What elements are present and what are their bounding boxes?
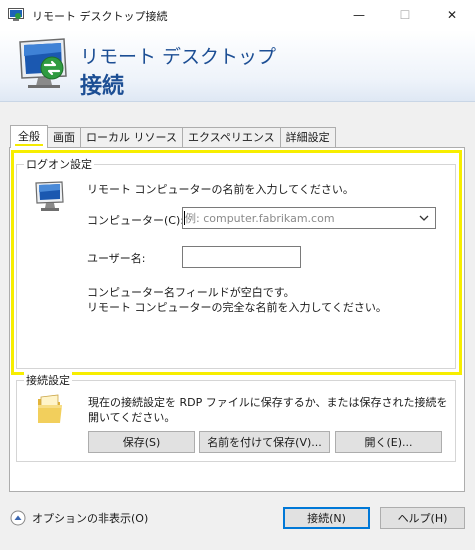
- tab-experience[interactable]: エクスペリエンス: [181, 127, 281, 148]
- minimize-button[interactable]: —: [336, 0, 382, 30]
- maximize-button[interactable]: ☐: [382, 0, 428, 30]
- title-bar: リモート デスクトップ接続 — ☐ ✕: [0, 0, 475, 30]
- window-title: リモート デスクトップ接続: [32, 10, 168, 23]
- banner-title-line2: 接続: [80, 74, 125, 99]
- open-button[interactable]: 開く(E)...: [335, 431, 442, 453]
- help-button[interactable]: ヘルプ(H): [380, 507, 465, 529]
- close-button[interactable]: ✕: [429, 0, 475, 30]
- tab-local-resources[interactable]: ローカル リソース: [80, 127, 183, 148]
- save-as-button[interactable]: 名前を付けて保存(V)...: [199, 431, 330, 453]
- tab-strip: 全般 画面 ローカル リソース エクスペリエンス 詳細設定: [10, 125, 336, 148]
- options-toggle[interactable]: オプションの非表示(O): [10, 510, 148, 526]
- save-button[interactable]: 保存(S): [88, 431, 195, 453]
- options-toggle-label[interactable]: オプションの非表示(O): [32, 510, 148, 526]
- connect-button[interactable]: 接続(N): [283, 507, 370, 529]
- chevron-up-circle-icon[interactable]: [10, 510, 26, 526]
- banner-title-line1: リモート デスクトップ: [80, 46, 277, 68]
- connection-description-line1: 現在の接続設定を RDP ファイルに保存するか、または保存された接続を: [88, 396, 448, 409]
- header-banner: リモート デスクトップ 接続: [0, 30, 475, 102]
- tab-advanced[interactable]: 詳細設定: [279, 127, 336, 148]
- remote-desktop-app-icon: [8, 8, 24, 21]
- connection-description-line2: 開いてください。: [88, 411, 176, 424]
- folder-icon: [38, 394, 62, 423]
- highlight-box: [11, 150, 462, 375]
- tab-general[interactable]: 全般: [10, 125, 48, 148]
- tab-display[interactable]: 画面: [47, 127, 81, 148]
- remote-desktop-logo-icon: [19, 38, 67, 88]
- connection-settings-legend: 接続設定: [24, 372, 72, 388]
